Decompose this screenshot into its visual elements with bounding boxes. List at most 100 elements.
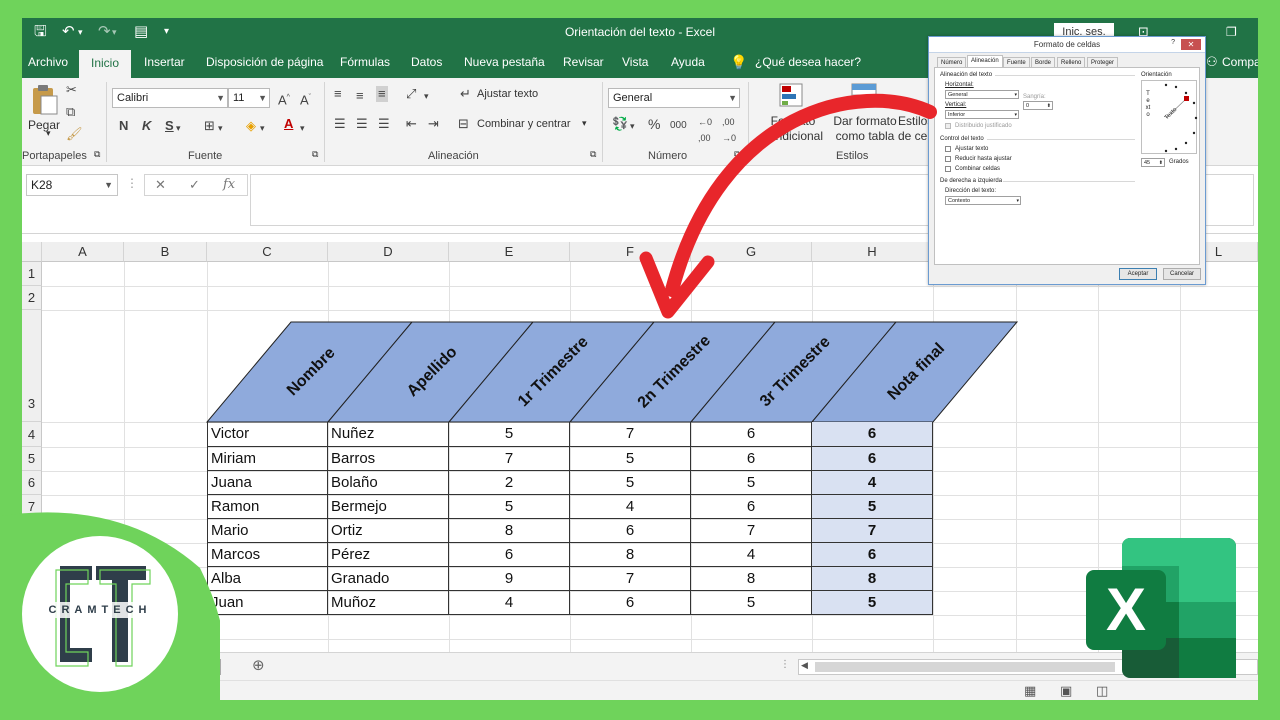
horizontal-select[interactable]: General ▾ — [945, 90, 1019, 99]
distributed-checkbox[interactable] — [945, 123, 951, 129]
align-bottom-icon[interactable]: ≡ — [376, 86, 388, 102]
add-sheet-icon[interactable]: ⊕ — [252, 656, 265, 674]
increase-font-icon[interactable]: A^ — [278, 90, 290, 108]
table-cell[interactable]: 5 — [691, 471, 812, 495]
restore-window-icon[interactable]: ❐ — [1226, 22, 1237, 42]
currency-icon[interactable]: 💱 — [612, 116, 628, 132]
table-cell[interactable]: 5 — [449, 495, 570, 519]
copy-icon[interactable]: ⧉ — [66, 104, 75, 120]
share-button[interactable]: Compa — [1222, 46, 1258, 78]
cancel-button[interactable]: Cancelar — [1163, 268, 1201, 280]
tell-me-input[interactable]: ¿Qué desea hacer? — [755, 46, 861, 78]
table-cell[interactable]: Nuñez — [328, 422, 449, 447]
page-break-icon[interactable]: ◫ — [1096, 683, 1108, 699]
table-cell[interactable]: Juan — [207, 591, 328, 615]
vertical-select[interactable]: Inferior ▾ — [945, 110, 1019, 119]
number-format-select[interactable]: General ▼ — [608, 88, 740, 108]
underline-button[interactable]: S — [165, 118, 174, 134]
fill-color-icon[interactable]: ◈ — [246, 118, 256, 134]
merge-dropdown-icon[interactable]: ▾ — [582, 118, 587, 129]
table-cell[interactable]: 6 — [812, 447, 933, 471]
table-cell[interactable]: 4 — [449, 591, 570, 615]
table-cell[interactable]: 6 — [812, 422, 933, 447]
degrees-input[interactable]: 45 ⬍ — [1141, 158, 1165, 167]
table-cell[interactable]: 7 — [449, 447, 570, 471]
conditional-format-button[interactable]: Formato condicional — [756, 114, 830, 144]
paste-icon[interactable] — [30, 84, 58, 116]
bold-button[interactable]: N — [119, 118, 128, 134]
orientation-icon[interactable]: ⤢ — [406, 86, 416, 102]
increase-indent-icon[interactable]: ⇥ — [428, 116, 439, 132]
font-launcher-icon[interactable]: ⧉ — [312, 149, 318, 160]
tab-disposicion[interactable]: Disposición de página — [206, 46, 323, 78]
page-layout-icon[interactable]: ▣ — [1060, 683, 1072, 699]
font-name-select[interactable]: Calibri ▼ — [112, 88, 228, 108]
fill-color-dropdown-icon[interactable]: ▾ — [260, 120, 265, 136]
table-cell[interactable]: 4 — [812, 471, 933, 495]
table-cell[interactable]: Ortiz — [328, 519, 449, 543]
table-cell[interactable]: Barros — [328, 447, 449, 471]
table-cell[interactable]: 2 — [449, 471, 570, 495]
table-cell[interactable]: 5 — [691, 591, 812, 615]
cancel-entry-button[interactable]: ✕ — [155, 177, 166, 193]
normal-view-icon[interactable]: ▦ — [1024, 683, 1036, 699]
table-cell[interactable]: Alba — [207, 567, 328, 591]
decrease-font-icon[interactable]: Aˇ — [300, 90, 311, 108]
table-cell[interactable]: Bermejo — [328, 495, 449, 519]
font-color-dropdown-icon[interactable]: ▾ — [300, 120, 305, 136]
shrink-checkbox[interactable] — [945, 156, 951, 162]
table-cell[interactable]: Bolaño — [328, 471, 449, 495]
decrease-indent-icon[interactable]: ⇤ — [406, 116, 417, 132]
accept-button[interactable]: Aceptar — [1119, 268, 1157, 280]
wrap-checkbox[interactable] — [945, 146, 951, 152]
table-cell[interactable]: 8 — [449, 519, 570, 543]
increase-decimal-icon[interactable]: ←0,00 — [698, 114, 712, 146]
table-cell[interactable]: 7 — [570, 567, 691, 591]
wrap-text-button[interactable]: Ajustar texto — [477, 88, 538, 100]
table-cell[interactable]: 8 — [570, 543, 691, 567]
currency-dropdown-icon[interactable]: ▾ — [630, 118, 635, 134]
tab-inicio[interactable]: Inicio — [79, 50, 132, 78]
merge-checkbox[interactable] — [945, 166, 951, 172]
align-middle-icon[interactable]: ≡ — [356, 88, 364, 104]
tab-ayuda[interactable]: Ayuda — [671, 46, 705, 78]
table-cell[interactable]: Muñoz — [328, 591, 449, 615]
table-cell[interactable]: 6 — [691, 495, 812, 519]
align-top-icon[interactable]: ≡ — [334, 86, 342, 102]
font-size-select[interactable]: 11 ▼ — [228, 88, 270, 108]
table-cell[interactable]: Victor — [207, 422, 328, 447]
table-cell[interactable]: 5 — [449, 422, 570, 447]
percent-button[interactable]: % — [648, 116, 660, 132]
orientation-box[interactable]: Texto Texto — [1141, 80, 1198, 154]
direction-select[interactable]: Contexto ▾ — [945, 196, 1021, 205]
merge-center-icon[interactable]: ⊟ — [458, 116, 469, 132]
italic-button[interactable]: K — [142, 118, 151, 134]
clipboard-launcher-icon[interactable]: ⧉ — [94, 149, 100, 160]
close-icon[interactable]: ✕ — [1181, 39, 1201, 50]
help-button[interactable]: ? — [1171, 39, 1175, 46]
table-cell[interactable]: 6 — [449, 543, 570, 567]
cell-styles-button[interactable]: Estilos de celda — [898, 114, 928, 144]
table-cell[interactable]: 5 — [570, 447, 691, 471]
tab-datos[interactable]: Datos — [411, 46, 442, 78]
insert-function-button[interactable]: fx — [223, 177, 235, 192]
drag-handle-icon[interactable]: ⋮ — [126, 176, 138, 190]
tab-vista[interactable]: Vista — [622, 46, 648, 78]
conditional-format-icon[interactable] — [778, 82, 806, 110]
format-painter-icon[interactable]: 🖌 — [66, 126, 83, 142]
table-cell[interactable]: Mario — [207, 519, 328, 543]
align-center-icon[interactable]: ☰ — [356, 116, 368, 132]
drag-handle-icon[interactable]: ⋮ — [780, 659, 790, 670]
scroll-left-icon[interactable]: ◀ — [801, 660, 808, 671]
table-cell[interactable]: 9 — [449, 567, 570, 591]
borders-icon[interactable]: ⊞ — [204, 118, 215, 134]
table-cell[interactable]: 6 — [691, 447, 812, 471]
table-cell[interactable]: Juana — [207, 471, 328, 495]
table-cell[interactable]: 8 — [691, 567, 812, 591]
table-cell[interactable]: 6 — [570, 591, 691, 615]
share-icon[interactable]: ⚇ — [1206, 46, 1218, 78]
table-cell[interactable]: 6 — [691, 422, 812, 447]
merge-center-button[interactable]: Combinar y centrar — [477, 118, 571, 130]
orientation-dropdown-icon[interactable]: ▾ — [424, 88, 429, 104]
table-cell[interactable]: Granado — [328, 567, 449, 591]
